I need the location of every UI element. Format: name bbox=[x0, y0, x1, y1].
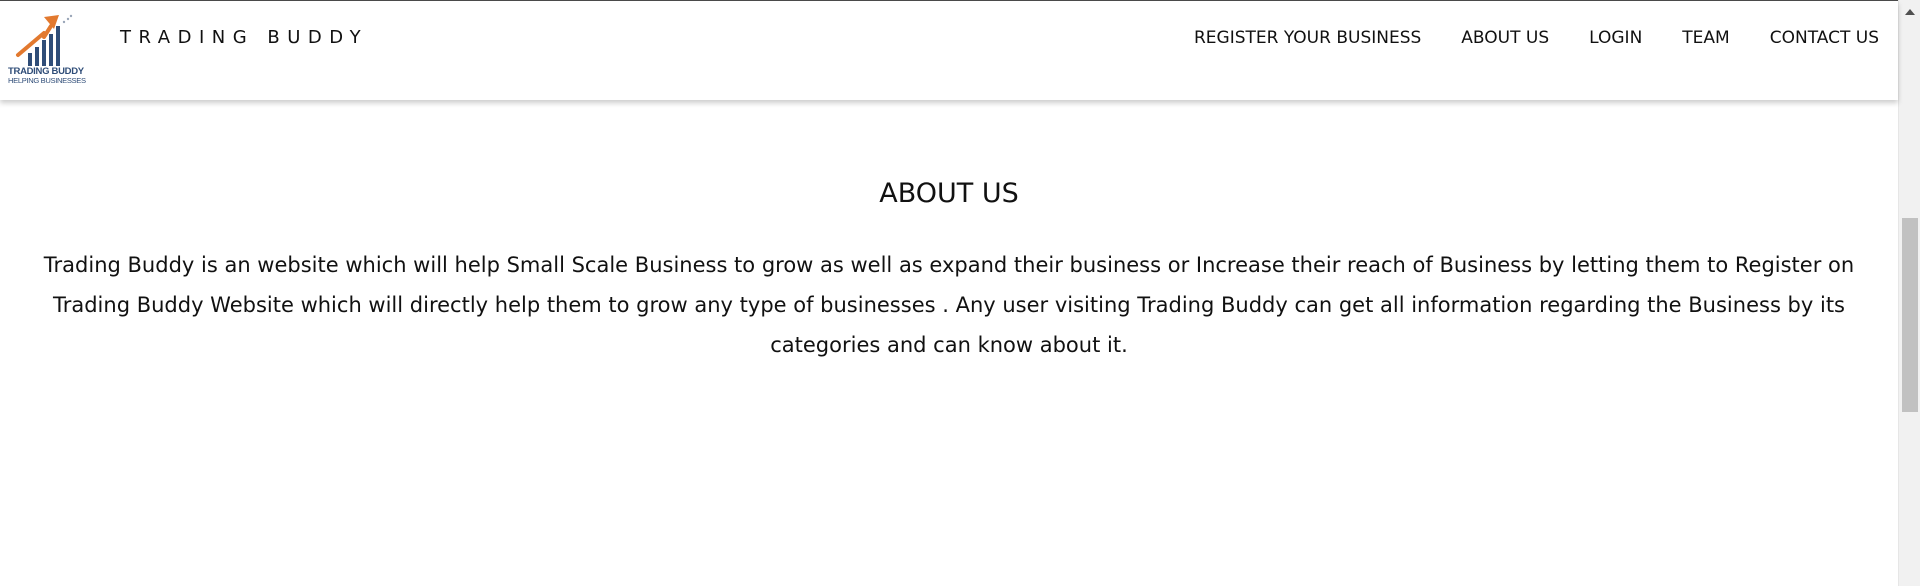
about-heading: ABOUT US bbox=[879, 178, 1019, 209]
about-description: Trading Buddy is an website which will h… bbox=[43, 253, 1855, 357]
nav-login[interactable]: LOGIN bbox=[1589, 26, 1642, 50]
logo-chart-icon bbox=[16, 14, 73, 66]
brand-title[interactable]: TRADING BUDDY bbox=[120, 26, 368, 50]
nav-contact-us[interactable]: CONTACT US bbox=[1770, 26, 1879, 50]
nav-register-business[interactable]: REGISTER YOUR BUSINESS bbox=[1194, 26, 1421, 50]
window-top-border bbox=[0, 0, 1898, 1]
content-area: TRADING BUDDY HELPING BUSINESSES TRADING… bbox=[0, 0, 1898, 586]
scrollbar-thumb[interactable] bbox=[1902, 218, 1918, 412]
logo[interactable]: TRADING BUDDY HELPING BUSINESSES bbox=[8, 11, 94, 89]
nav-team[interactable]: TEAM bbox=[1682, 26, 1729, 50]
page: TRADING BUDDY HELPING BUSINESSES TRADING… bbox=[0, 0, 1920, 586]
scroll-up-arrow-icon[interactable] bbox=[1905, 9, 1915, 15]
nav-about-us[interactable]: ABOUT US bbox=[1461, 26, 1549, 50]
vertical-scrollbar[interactable] bbox=[1898, 0, 1920, 586]
logo-tagline: HELPING BUSINESSES bbox=[8, 76, 86, 85]
main-nav: REGISTER YOUR BUSINESS ABOUT US LOGIN TE… bbox=[1194, 26, 1879, 50]
navbar: TRADING BUDDY HELPING BUSINESSES TRADING… bbox=[0, 1, 1898, 100]
